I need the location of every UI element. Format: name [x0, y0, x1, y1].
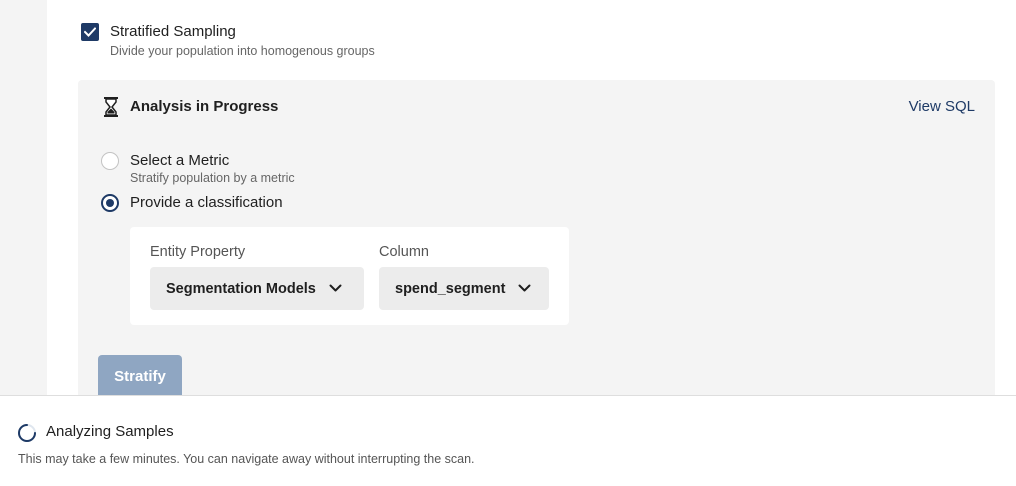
hourglass-icon [104, 97, 118, 117]
column-label: Column [379, 244, 429, 260]
provide-classification-label[interactable]: Provide a classification [130, 195, 283, 211]
column-dropdown[interactable]: spend_segment [379, 267, 549, 310]
panel-title: Analysis in Progress [130, 98, 279, 115]
checkmark-icon [84, 27, 96, 37]
column-value: spend_segment [395, 280, 506, 297]
left-rail [0, 0, 47, 396]
stratified-sampling-label: Stratified Sampling [110, 23, 236, 40]
select-metric-description: Stratify population by a metric [130, 171, 295, 185]
chevron-down-icon [329, 284, 342, 292]
view-sql-link[interactable]: View SQL [909, 99, 975, 115]
entity-property-dropdown[interactable]: Segmentation Models [150, 267, 364, 310]
stratify-button[interactable]: Stratify [98, 355, 182, 398]
notification-message: This may take a few minutes. You can nav… [18, 452, 475, 466]
chevron-down-icon [518, 284, 531, 292]
spinner-icon [18, 424, 36, 442]
entity-property-label: Entity Property [150, 244, 246, 260]
provide-classification-radio[interactable] [101, 194, 119, 212]
notification-title: Analyzing Samples [46, 423, 174, 440]
entity-property-value: Segmentation Models [166, 280, 316, 297]
stratified-sampling-description: Divide your population into homogenous g… [110, 44, 375, 58]
select-metric-label[interactable]: Select a Metric [130, 153, 229, 169]
select-metric-radio[interactable] [101, 152, 119, 170]
stratified-sampling-checkbox[interactable] [81, 23, 99, 41]
analysis-notification-bar [0, 395, 1016, 486]
